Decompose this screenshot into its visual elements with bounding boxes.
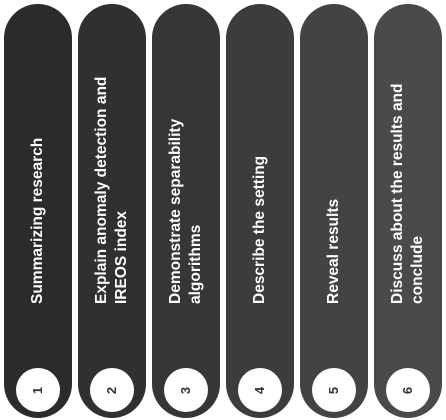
step-6-number-circle: 6 [386,368,430,412]
step-2-label: Explain anomaly detection and IREOS inde… [93,76,130,304]
step-2-pill: Explain anomaly detection and IREOS inde… [78,4,146,418]
step-3-label-wrap: Demonstrate separability algorithms [166,54,206,304]
step-1-label-wrap: Summarizing research [18,54,58,304]
step-3-number-circle: 3 [164,368,208,412]
step-6-number: 6 [400,386,416,394]
step-1-number: 1 [30,386,46,394]
step-4-number: 4 [252,386,268,394]
step-2-label-wrap: Explain anomaly detection and IREOS inde… [92,54,132,304]
step-4-number-circle: 4 [238,368,282,412]
step-6-pill: Discuss about the results and conclude 6 [374,4,442,418]
step-3-pill: Demonstrate separability algorithms 3 [152,4,220,418]
process-steps: Summarizing research 1 Explain anomaly d… [0,0,446,420]
step-1-number-circle: 1 [16,368,60,412]
step-3-label: Demonstrate separability algorithms [167,118,204,304]
step-5-label: Reveal results [325,198,342,304]
step-1-label: Summarizing research [29,137,46,304]
step-5-number-circle: 5 [312,368,356,412]
step-6-label: Discuss about the results and conclude [389,83,426,305]
step-5-number: 5 [326,386,342,394]
step-1-pill: Summarizing research 1 [4,4,72,418]
step-2-number-circle: 2 [90,368,134,412]
step-4-label: Describe the setting [251,155,268,304]
step-5-label-wrap: Reveal results [314,54,354,304]
step-5-pill: Reveal results 5 [300,4,368,418]
step-2-number: 2 [104,386,120,394]
step-4-label-wrap: Describe the setting [240,54,280,304]
step-4-pill: Describe the setting 4 [226,4,294,418]
step-3-number: 3 [178,386,194,394]
step-6-label-wrap: Discuss about the results and conclude [388,54,428,305]
